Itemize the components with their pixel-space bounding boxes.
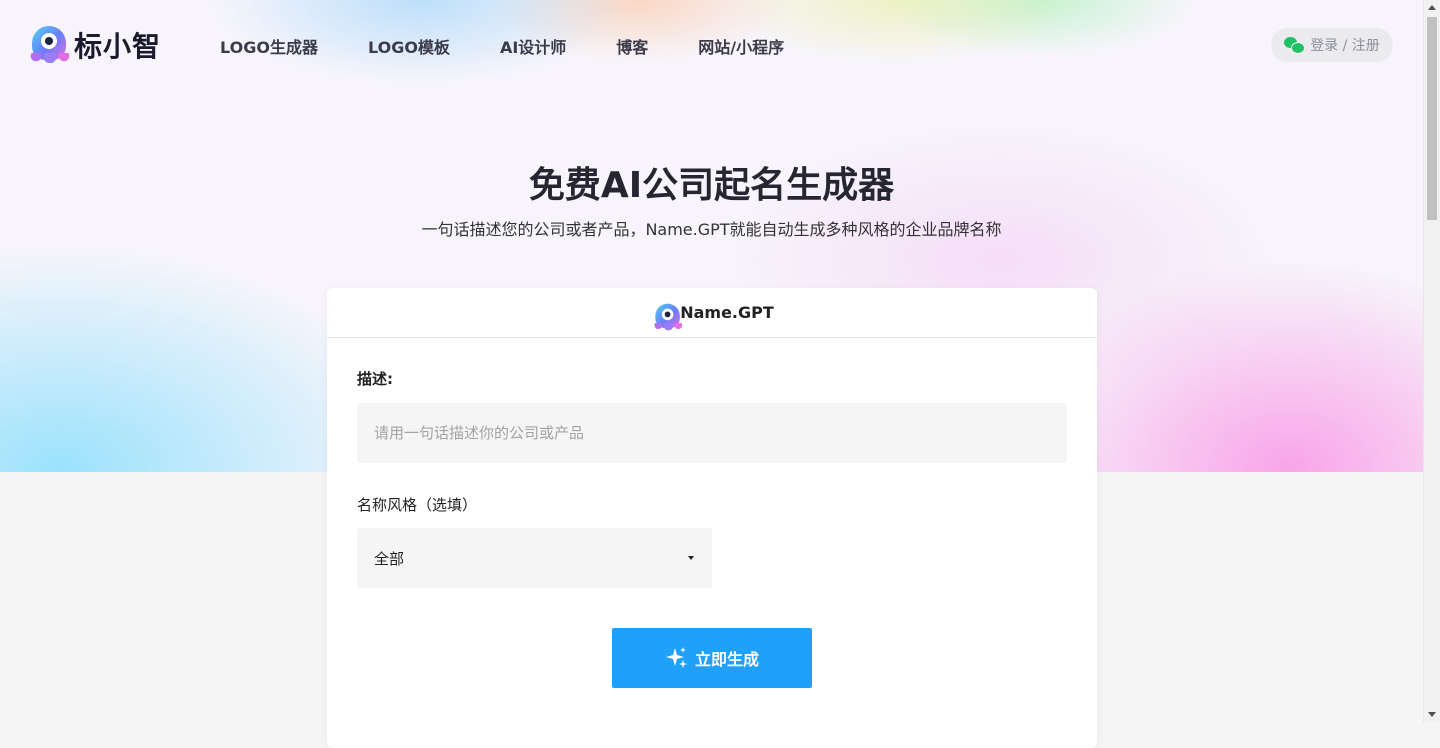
description-label: 描述: bbox=[357, 370, 393, 388]
generate-button-label: 立即生成 bbox=[694, 650, 759, 669]
page-title: 免费AI公司起名生成器 bbox=[528, 165, 895, 206]
login-register-button[interactable]: 登录 / 注册 bbox=[1271, 28, 1393, 62]
nav-item-ai-designer[interactable]: AI设计师 bbox=[500, 34, 566, 58]
scrollbar-thumb[interactable] bbox=[1427, 17, 1437, 220]
nav-item-logo-generator[interactable]: LOGO生成器 bbox=[220, 34, 318, 58]
card-title: Name.GPT bbox=[680, 303, 774, 322]
logo-text: 标小智 bbox=[74, 30, 162, 63]
page-scrollbar[interactable] bbox=[1423, 0, 1440, 722]
name-style-select[interactable]: 全部 bbox=[357, 528, 712, 588]
name-gpt-logo-icon bbox=[654, 302, 683, 330]
nav-item-website-miniprogram[interactable]: 网站/小程序 bbox=[698, 34, 784, 58]
login-register-label: 登录 / 注册 bbox=[1310, 38, 1380, 54]
sparkle-icon bbox=[665, 647, 687, 668]
nav-item-logo-templates[interactable]: LOGO模板 bbox=[368, 34, 450, 58]
name-style-label: 名称风格（选填） bbox=[357, 496, 478, 514]
page-subtitle: 一句话描述您的公司或者产品，Name.GPT就能自动生成多种风格的企业品牌名称 bbox=[421, 220, 1002, 239]
mascot-logo-icon bbox=[30, 25, 70, 65]
name-style-selected-value: 全部 bbox=[374, 549, 405, 568]
scroll-down-icon[interactable] bbox=[1428, 712, 1436, 717]
card-header: Name.GPT bbox=[327, 288, 1097, 338]
name-generator-card: Name.GPT 描述: 名称风格（选填） 全部 立即生成 bbox=[327, 288, 1097, 748]
site-logo[interactable]: 标小智 bbox=[30, 25, 161, 65]
top-header: 标小智 LOGO生成器 LOGO模板 AI设计师 博客 网站/小程序 登录 / … bbox=[0, 0, 1423, 90]
scroll-up-icon[interactable] bbox=[1428, 5, 1436, 10]
nav-item-blog[interactable]: 博客 bbox=[616, 34, 648, 58]
generate-button[interactable]: 立即生成 bbox=[612, 628, 812, 688]
wechat-icon bbox=[1284, 37, 1306, 54]
description-input[interactable] bbox=[357, 403, 1067, 463]
main-nav: LOGO生成器 LOGO模板 AI设计师 博客 网站/小程序 bbox=[220, 34, 834, 58]
caret-down-icon bbox=[688, 556, 694, 560]
